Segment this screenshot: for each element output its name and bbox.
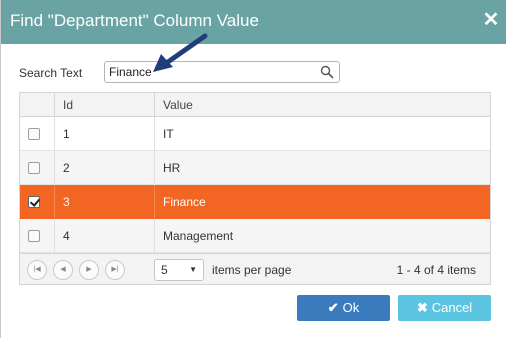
row-checkbox[interactable] xyxy=(28,128,40,140)
pager-info: 1 - 4 of 4 items xyxy=(396,263,476,277)
search-input[interactable] xyxy=(109,64,314,80)
search-icon[interactable] xyxy=(320,65,334,79)
previous-page-icon[interactable]: ◀ xyxy=(53,260,73,280)
column-divider xyxy=(54,219,55,253)
grid-header: Id Value xyxy=(20,93,490,117)
header-value[interactable]: Value xyxy=(163,93,193,117)
column-divider xyxy=(54,151,55,185)
close-icon[interactable]: ✕ xyxy=(481,9,501,31)
search-box[interactable] xyxy=(104,61,340,83)
row-value: Management xyxy=(163,229,234,243)
last-page-icon[interactable]: ▶| xyxy=(105,260,125,280)
column-divider xyxy=(54,117,55,151)
search-text-label: Search Text xyxy=(19,66,83,80)
row-value: Finance xyxy=(163,195,206,209)
row-value: IT xyxy=(163,127,174,141)
values-grid: Id Value 1 IT 2 HR 3 Finance 4 Managemen… xyxy=(19,92,491,285)
page-size-select[interactable]: 5 ▼ xyxy=(154,259,204,281)
row-checkbox[interactable] xyxy=(28,230,40,242)
ok-button-label: Ok xyxy=(342,300,360,315)
cancel-button[interactable]: ✖ Cancel xyxy=(398,295,491,321)
grid-pager: |◀ ◀ ▶ ▶| 5 ▼ items per page 1 - 4 of 4 … xyxy=(20,253,490,284)
column-divider xyxy=(154,93,155,117)
header-id[interactable]: Id xyxy=(63,93,73,117)
column-divider xyxy=(154,185,155,219)
row-checkbox[interactable] xyxy=(28,162,40,174)
row-value: HR xyxy=(163,161,181,175)
column-divider xyxy=(154,219,155,253)
table-row[interactable]: 2 HR xyxy=(20,151,490,185)
page-size-value: 5 xyxy=(161,263,168,277)
pointer-arrow-icon xyxy=(153,33,208,72)
column-divider xyxy=(54,93,55,117)
find-column-value-dialog: Find "Department" Column Value ✕ Search … xyxy=(0,0,506,338)
column-divider xyxy=(54,185,55,219)
checkmark-icon: ✔ xyxy=(327,300,339,315)
next-page-icon[interactable]: ▶ xyxy=(79,260,99,280)
row-id: 2 xyxy=(63,161,70,175)
first-page-icon[interactable]: |◀ xyxy=(27,260,47,280)
column-divider xyxy=(154,117,155,151)
header-checkbox-column xyxy=(20,93,54,117)
row-checkbox-checked[interactable] xyxy=(28,196,40,208)
table-row-selected[interactable]: 3 Finance xyxy=(20,185,490,219)
items-per-page-label: items per page xyxy=(212,263,292,277)
close-icon: ✖ xyxy=(416,300,428,315)
row-id: 4 xyxy=(63,229,70,243)
row-id: 1 xyxy=(63,127,70,141)
table-row[interactable]: 1 IT xyxy=(20,117,490,151)
ok-button[interactable]: ✔ Ok xyxy=(297,295,390,321)
row-id: 3 xyxy=(63,195,70,209)
cancel-button-label: Cancel xyxy=(431,300,473,315)
dialog-title: Find "Department" Column Value xyxy=(10,11,259,30)
table-row[interactable]: 4 Management xyxy=(20,219,490,253)
column-divider xyxy=(154,151,155,185)
dialog-titlebar: Find "Department" Column Value ✕ xyxy=(1,0,506,44)
chevron-down-icon: ▼ xyxy=(189,265,197,274)
